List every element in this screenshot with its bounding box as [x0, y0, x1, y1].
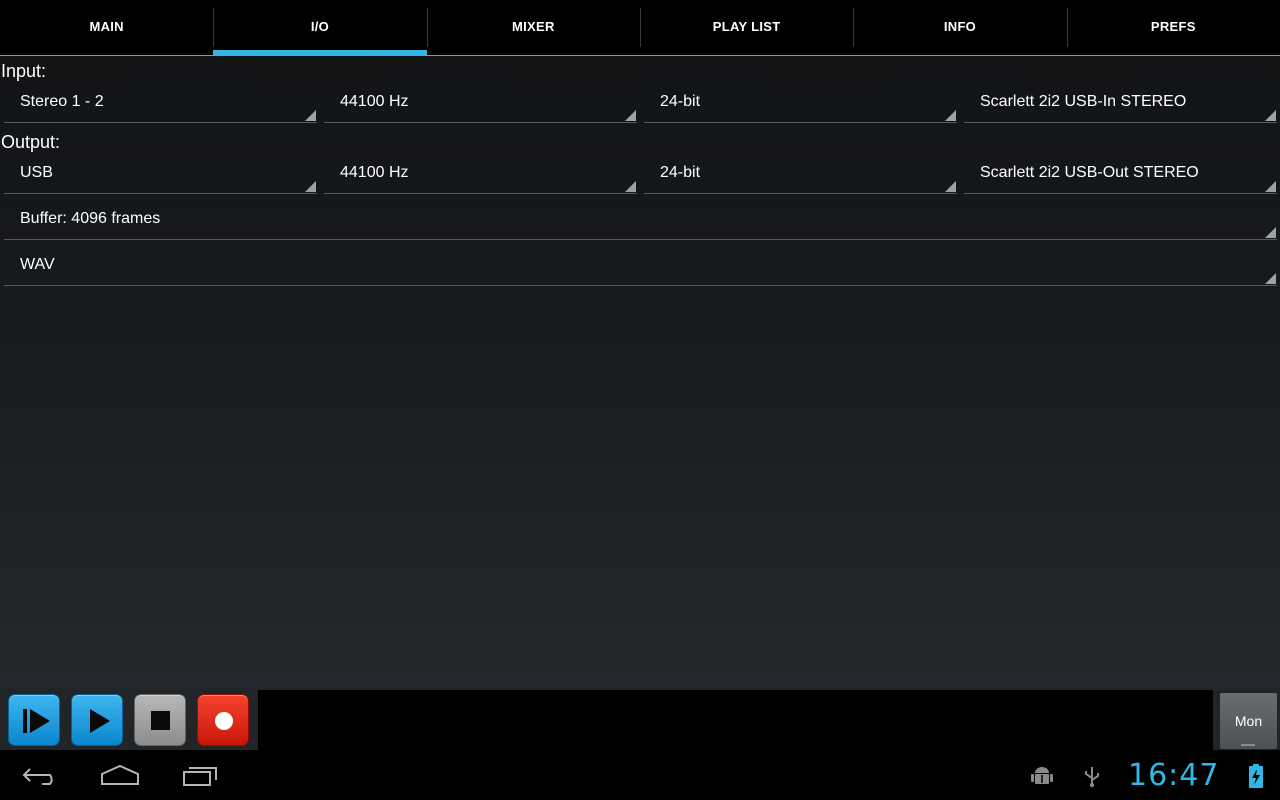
dropdown-corner-icon	[625, 110, 636, 121]
tab-io[interactable]: I/O	[213, 0, 427, 56]
spinner-value: Buffer: 4096 frames	[20, 210, 161, 227]
spinner-value: Scarlett 2i2 USB-In STEREO	[980, 93, 1187, 110]
input-device-spinner[interactable]: Scarlett 2i2 USB-In STEREO	[964, 87, 1277, 123]
back-icon[interactable]	[22, 760, 60, 795]
transport-bar: Mon	[0, 688, 1280, 750]
dropdown-corner-icon	[1265, 273, 1276, 284]
output-device-spinner[interactable]: Scarlett 2i2 USB-Out STEREO	[964, 158, 1277, 194]
system-navigation-bar: 16:47	[0, 750, 1280, 800]
dropdown-corner-icon	[305, 110, 316, 121]
input-sample-rate-spinner[interactable]: 44100 Hz	[324, 87, 637, 123]
tab-label: PLAY LIST	[712, 19, 781, 34]
spinner-value: 24-bit	[660, 164, 701, 181]
output-bit-depth-spinner[interactable]: 24-bit	[644, 158, 957, 194]
usb-icon	[1082, 764, 1102, 793]
tab-main[interactable]: MAIN	[0, 0, 213, 55]
battery-charging-icon	[1248, 763, 1264, 794]
spinner-value: USB	[20, 164, 53, 181]
spinner-value: Stereo 1 - 2	[20, 93, 104, 110]
input-channels-spinner[interactable]: Stereo 1 - 2	[4, 87, 317, 123]
dropdown-corner-icon	[945, 181, 956, 192]
dropdown-corner-icon	[625, 181, 636, 192]
dropdown-corner-icon	[1265, 227, 1276, 238]
dropdown-corner-icon	[945, 110, 956, 121]
stop-icon	[151, 711, 170, 730]
recent-apps-icon[interactable]	[182, 760, 220, 795]
android-debug-icon	[1030, 764, 1054, 793]
input-bit-depth-spinner[interactable]: 24-bit	[644, 87, 957, 123]
spinner-value: Scarlett 2i2 USB-Out STEREO	[980, 164, 1199, 181]
tab-label: MIXER	[511, 19, 555, 34]
record-button[interactable]	[197, 694, 249, 746]
tab-info[interactable]: INFO	[853, 0, 1066, 55]
tab-mixer[interactable]: MIXER	[426, 0, 640, 55]
status-clock: 16:47	[1128, 758, 1220, 793]
tab-label: I/O	[310, 19, 330, 34]
monitor-label: Mon	[1234, 713, 1263, 729]
tab-label: INFO	[943, 19, 977, 34]
monitor-button[interactable]: Mon	[1220, 693, 1277, 749]
spinner-value: 44100 Hz	[340, 164, 409, 181]
dropdown-corner-icon	[305, 181, 316, 192]
play-from-start-icon	[23, 709, 50, 733]
output-sample-rate-spinner[interactable]: 44100 Hz	[324, 158, 637, 194]
tab-label: PREFS	[1150, 19, 1196, 34]
output-section-label: Output:	[1, 132, 61, 152]
file-format-spinner[interactable]: WAV	[4, 250, 1277, 286]
tab-bar: MAIN I/O MIXER PLAY LIST INFO PREFS	[0, 0, 1280, 56]
play-button[interactable]	[71, 694, 123, 746]
tab-label: MAIN	[89, 19, 124, 34]
spinner-value: 24-bit	[660, 93, 701, 110]
buffer-size-spinner[interactable]: Buffer: 4096 frames	[4, 204, 1277, 240]
monitor-indicator	[1241, 744, 1255, 746]
record-icon	[215, 712, 233, 730]
home-icon[interactable]	[100, 760, 140, 795]
input-section-label: Input:	[1, 61, 47, 81]
waveform-display	[258, 690, 1213, 750]
tab-prefs[interactable]: PREFS	[1066, 0, 1280, 55]
stop-button[interactable]	[134, 694, 186, 746]
dropdown-corner-icon	[1265, 110, 1276, 121]
play-icon	[90, 709, 110, 733]
play-from-start-button[interactable]	[8, 694, 60, 746]
dropdown-corner-icon	[1265, 181, 1276, 192]
tab-play-list[interactable]: PLAY LIST	[639, 0, 853, 55]
spinner-value: WAV	[20, 256, 55, 273]
output-channels-spinner[interactable]: USB	[4, 158, 317, 194]
spinner-value: 44100 Hz	[340, 93, 409, 110]
